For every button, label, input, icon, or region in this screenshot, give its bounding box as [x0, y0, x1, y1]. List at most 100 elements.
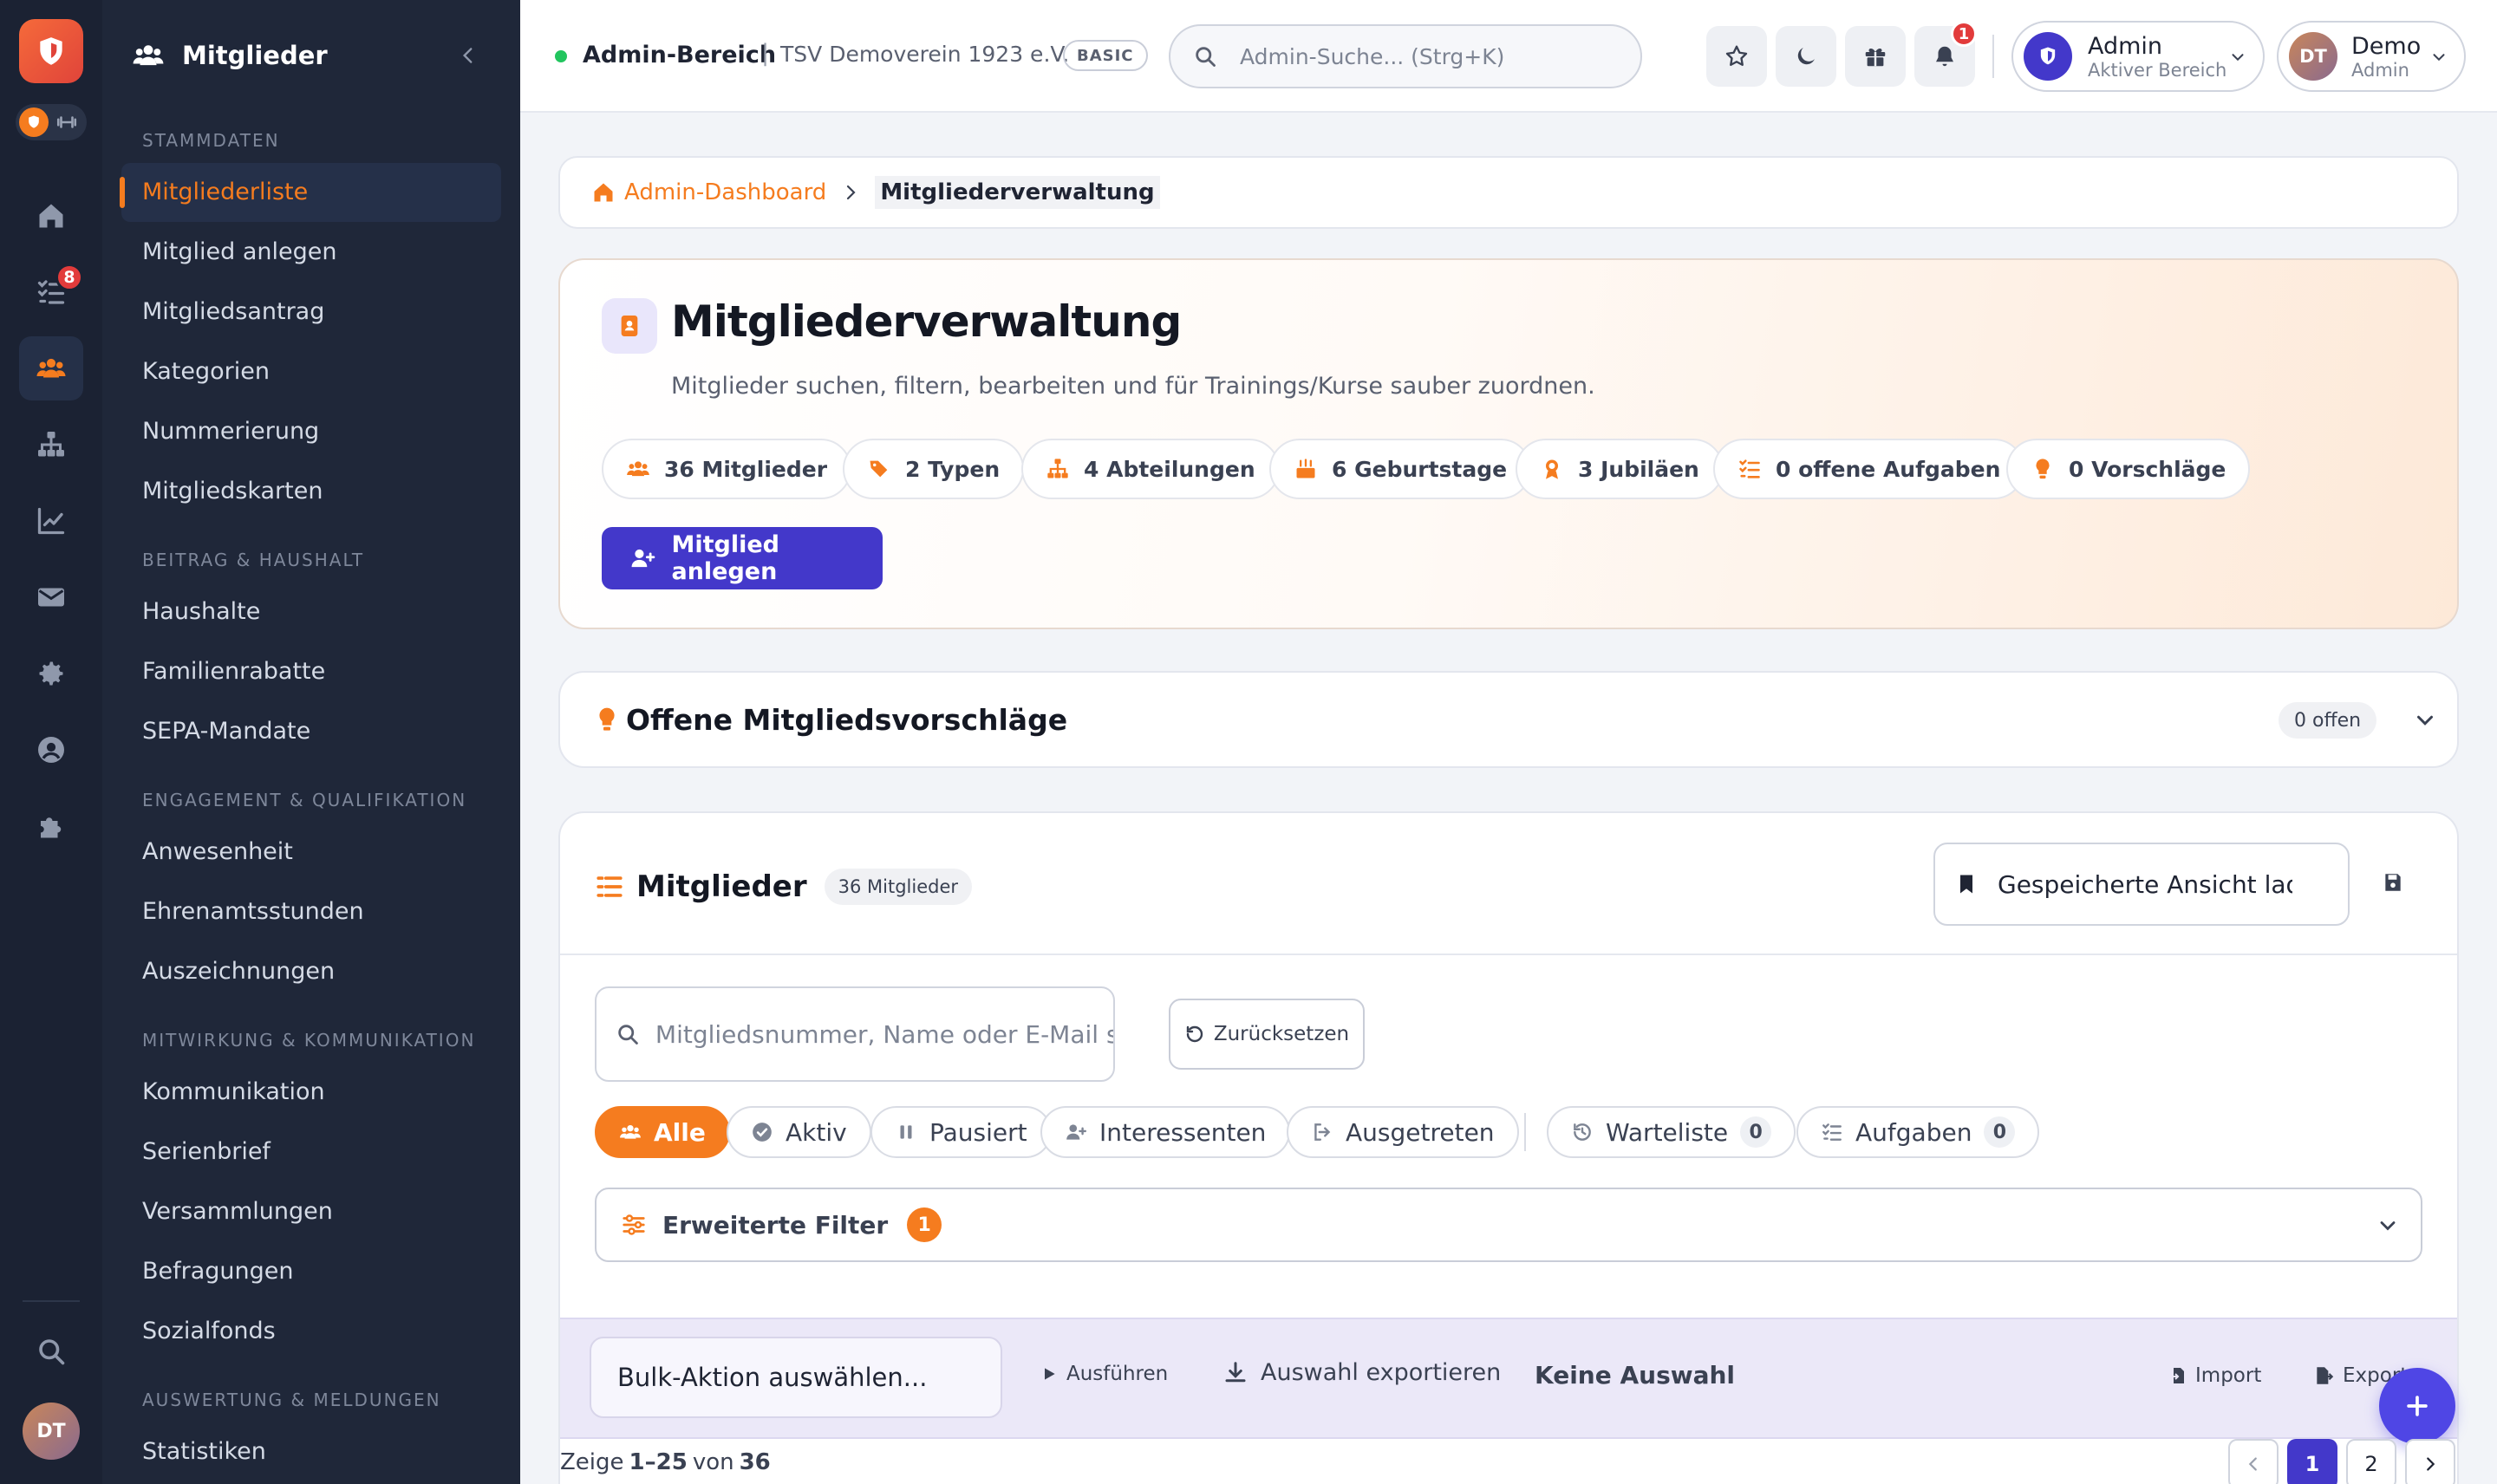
members-title: Mitglieder — [636, 869, 807, 904]
rail-profile[interactable] — [19, 718, 83, 782]
rail-mail[interactable] — [19, 565, 83, 629]
sidebar-item-mitgliederliste[interactable]: Mitgliederliste — [120, 163, 501, 222]
rail-stats[interactable] — [19, 489, 83, 553]
search-icon — [39, 1339, 65, 1365]
user-avatar: DT — [2289, 32, 2337, 81]
stat-members-label: 36 Mitglieder — [664, 456, 828, 482]
sidebar-item-mitgliedskarten[interactable]: Mitgliedskarten — [142, 474, 323, 509]
chevron-down-icon[interactable] — [2412, 707, 2438, 733]
fab-add-button[interactable] — [2379, 1368, 2455, 1444]
moon-icon — [1797, 48, 1815, 65]
stat-departments[interactable]: 4 Abteilungen — [1021, 439, 1280, 499]
admin-search[interactable]: Admin-Suche... (Strg+K) — [1169, 24, 1642, 88]
sidebar-item-mitglied-anlegen[interactable]: Mitglied anlegen — [142, 235, 337, 270]
breadcrumb-home[interactable]: Admin-Dashboard — [624, 179, 826, 205]
filter-waitlist-count: 0 — [1740, 1116, 1772, 1148]
stat-members[interactable]: 36 Mitglieder — [602, 439, 852, 499]
section-label-mitwirkung: MITWIRKUNG & KOMMUNIKATION — [142, 1030, 476, 1051]
award-icon — [1546, 459, 1558, 479]
breadcrumb-current: Mitgliederverwaltung — [875, 176, 1160, 209]
stat-open-tasks[interactable]: 0 offene Aufgaben — [1713, 439, 2025, 499]
filter-active[interactable]: Aktiv — [727, 1106, 871, 1158]
filter-paused[interactable]: Pausiert — [870, 1106, 1052, 1158]
file-export-icon — [2317, 1367, 2334, 1384]
home-icon — [39, 204, 63, 228]
page-next[interactable] — [2405, 1439, 2455, 1484]
stat-anniversaries[interactable]: 3 Jubiläen — [1516, 439, 1724, 499]
section-label-stammdaten: STAMMDATEN — [142, 130, 280, 151]
rail-search[interactable] — [19, 1319, 83, 1383]
rail-plugins[interactable] — [19, 794, 83, 858]
stat-proposals[interactable]: 0 Vorschläge — [2006, 439, 2251, 499]
rail-divider — [23, 1300, 80, 1302]
sidebar-item-anwesenheit[interactable]: Anwesenheit — [142, 835, 293, 869]
sidebar-item-mitgliedsantrag[interactable]: Mitgliedsantrag — [142, 295, 324, 329]
save-view-button[interactable] — [2372, 862, 2414, 903]
import-button[interactable]: Import — [2168, 1364, 2261, 1387]
page-2[interactable]: 2 — [2346, 1439, 2396, 1484]
home-icon — [594, 183, 613, 202]
sidebar-item-sozialfonds[interactable]: Sozialfonds — [142, 1314, 276, 1349]
proposals-panel[interactable]: Offene Mitgliedsvorschläge 0 offen — [558, 671, 2459, 768]
advanced-filter-toggle[interactable]: Erweiterte Filter 1 — [595, 1188, 2422, 1262]
sidebar-item-haushalte[interactable]: Haushalte — [142, 595, 260, 629]
users-icon — [627, 461, 649, 477]
rail-org[interactable] — [19, 413, 83, 477]
envelope-icon — [38, 588, 64, 607]
bulk-action-select[interactable]: Bulk-Aktion auswählen... — [590, 1337, 1002, 1418]
sidebar-item-sepa-mandate[interactable]: SEPA-Mandate — [142, 714, 310, 749]
sidebar-title: Mitglieder — [182, 41, 328, 70]
rail-members[interactable] — [19, 336, 83, 400]
sitemap-icon — [1047, 459, 1068, 478]
sidebar-item-auszeichnungen[interactable]: Auszeichnungen — [142, 954, 335, 989]
pagination-prefix: Zeige — [560, 1449, 624, 1475]
filter-divider — [1524, 1113, 1526, 1151]
sidebar-item-befragungen[interactable]: Befragungen — [142, 1254, 294, 1289]
pagination: 1 2 — [2228, 1439, 2455, 1484]
stat-types[interactable]: 2 Typen — [843, 439, 1025, 499]
sidebar-item-statistiken[interactable]: Statistiken — [142, 1435, 266, 1469]
add-member-button[interactable]: Mitglied anlegen — [602, 527, 883, 589]
gift-button[interactable] — [1845, 26, 1906, 87]
stat-birthdays[interactable]: 6 Geburtstage — [1269, 439, 1532, 499]
role-switcher[interactable]: Admin Aktiver Bereich — [2011, 21, 2265, 92]
tasks-badge: 8 — [55, 264, 83, 291]
floppy-disk-icon — [2385, 874, 2401, 891]
stat-open-tasks-label: 0 offene Aufgaben — [1776, 456, 2001, 482]
notifications-button[interactable]: 1 — [1914, 21, 1977, 87]
favorites-button[interactable] — [1706, 26, 1767, 87]
member-search[interactable]: Mitgliedsnummer, Name oder E-Mail suchen — [595, 986, 1115, 1082]
saved-view-placeholder: Gespeicherte Ansicht laden — [1998, 869, 2292, 899]
page-1[interactable]: 1 — [2287, 1439, 2337, 1484]
user-menu[interactable]: DT Demo Admin — [2277, 21, 2466, 92]
sidebar-item-serienbrief[interactable]: Serienbrief — [142, 1135, 271, 1169]
sidebar-item-kommunikation[interactable]: Kommunikation — [142, 1075, 325, 1110]
app-logo[interactable] — [19, 19, 83, 83]
pagination-range: 1–25 — [629, 1449, 688, 1475]
filter-tasks[interactable]: Aufgaben 0 — [1796, 1106, 2040, 1158]
filter-left[interactable]: Ausgetreten — [1287, 1106, 1519, 1158]
sidebar-item-familienrabatte[interactable]: Familienrabatte — [142, 654, 325, 689]
sidebar-item-nummerierung[interactable]: Nummerierung — [142, 414, 319, 449]
filter-waitlist[interactable]: Warteliste 0 — [1547, 1106, 1796, 1158]
rail-tasks[interactable]: 8 — [19, 260, 83, 324]
saved-view-select[interactable]: Gespeicherte Ansicht laden — [1933, 843, 2350, 926]
rail-home[interactable] — [19, 184, 83, 248]
sidebar-collapse-button[interactable] — [453, 40, 484, 71]
export-selection-button[interactable]: Auswahl exportieren — [1222, 1359, 1501, 1386]
sidebar-item-kategorien[interactable]: Kategorien — [142, 355, 270, 389]
page-prev[interactable] — [2228, 1439, 2279, 1484]
rail-avatar[interactable]: DT — [23, 1403, 80, 1460]
rail-settings[interactable] — [19, 641, 83, 706]
run-bulk-button[interactable]: Ausführen — [1040, 1363, 1168, 1385]
chevron-right-icon — [2427, 1457, 2435, 1471]
filter-all[interactable]: Alle — [595, 1106, 730, 1158]
sidebar-item-versammlungen[interactable]: Versammlungen — [142, 1194, 333, 1229]
sitemap-icon — [38, 432, 64, 457]
context-switch[interactable] — [16, 104, 87, 140]
run-bulk-label: Ausführen — [1066, 1363, 1169, 1385]
sidebar-item-ehrenamtsstunden[interactable]: Ehrenamtsstunden — [142, 895, 364, 929]
dark-mode-button[interactable] — [1776, 26, 1836, 87]
filter-interested[interactable]: Interessenten — [1040, 1106, 1291, 1158]
reset-button[interactable]: Zurücksetzen — [1169, 999, 1365, 1070]
